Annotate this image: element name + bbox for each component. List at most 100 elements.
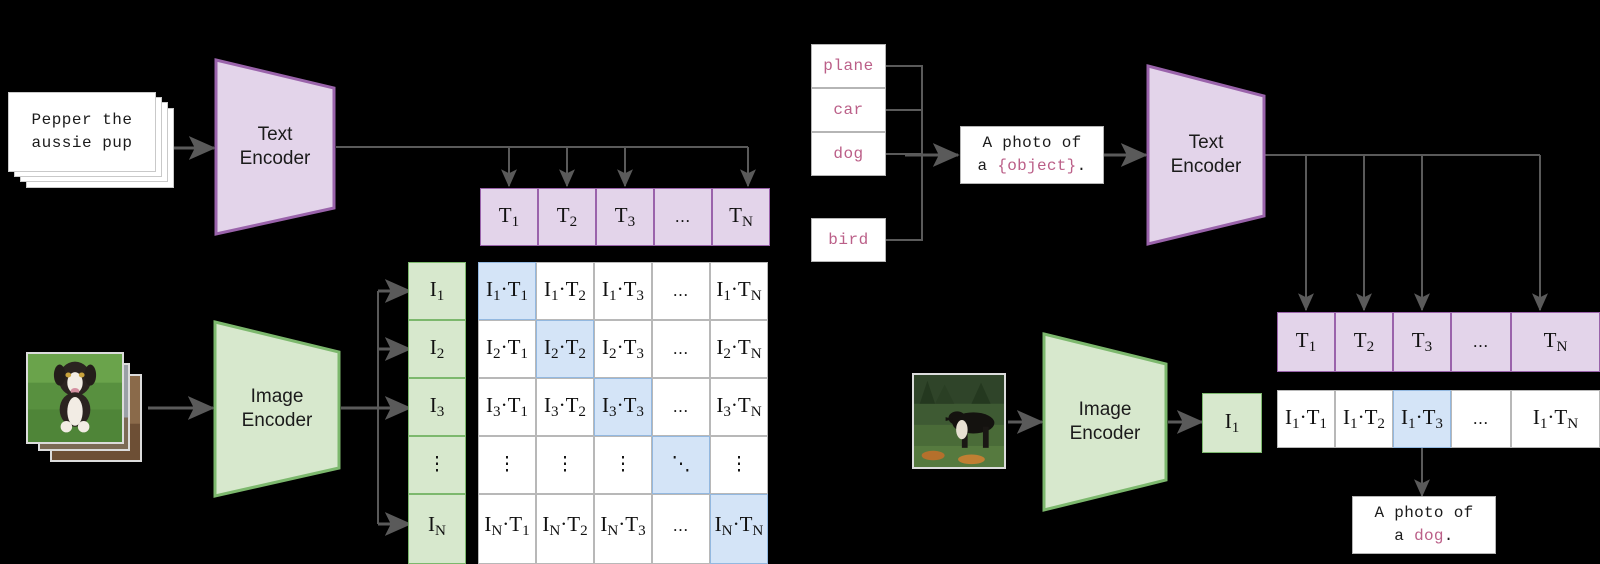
- right-text-embedding-cell-2: T3: [1393, 312, 1451, 372]
- right-text-embedding-cell-3: ...: [1451, 312, 1511, 372]
- cell-text: T1: [498, 202, 520, 231]
- cell-text: I2·T2: [544, 334, 586, 363]
- matrix-cell-r5-c1: IN·T1: [478, 494, 536, 564]
- result-line-1: A photo of: [1374, 503, 1474, 522]
- cell-text: I1·T1: [486, 276, 528, 305]
- score-cell-2: I1·T2: [1335, 390, 1393, 448]
- matrix-cell-r2-c4: ...: [652, 320, 710, 378]
- image-encoder-right[interactable]: Image Encoder: [1042, 332, 1168, 512]
- cell-text: I3·T2: [544, 392, 586, 421]
- matrix-cell-r4-c4: ⋱: [652, 436, 710, 494]
- class-label-car[interactable]: car: [811, 88, 886, 132]
- matrix-cell-r3-c1: I3·T1: [478, 378, 536, 436]
- cell-text: I1·T3: [1401, 404, 1443, 433]
- image-encoder-label: Image Encoder: [1069, 399, 1141, 444]
- matrix-cell-r3-c5: I3·TN: [710, 378, 768, 436]
- score-cell-5: I1·TN: [1511, 390, 1600, 448]
- right-text-embedding-cell-1: T2: [1335, 312, 1393, 372]
- matrix-cell-r4-c1: ⋮: [478, 436, 536, 494]
- cell-text: I1: [1224, 408, 1240, 437]
- matrix-cell-r2-c2: I2·T2: [536, 320, 594, 378]
- matrix-cell-r1-c3: I1·T3: [594, 262, 652, 320]
- prompt-line-2-end: .: [1076, 157, 1087, 175]
- cell-text: I3·T1: [486, 392, 528, 421]
- cell-text: TN: [729, 202, 753, 231]
- matrix-cell-r3-c2: I3·T2: [536, 378, 594, 436]
- text-embedding-cell-0: T1: [480, 188, 538, 246]
- class-label-plane[interactable]: plane: [811, 44, 886, 88]
- prompt-template-box: A photo of a {object}.: [960, 126, 1104, 184]
- text-encoder-label: Text Encoder: [239, 124, 311, 169]
- cell-text: ⋮: [729, 454, 749, 476]
- matrix-cell-r2-c1: I2·T1: [478, 320, 536, 378]
- cell-text: I2·T3: [602, 334, 644, 363]
- cell-text: ⋮: [555, 454, 575, 476]
- cell-text: IN: [428, 511, 446, 540]
- text-embedding-cell-1: T2: [538, 188, 596, 246]
- class-label-bird[interactable]: bird: [811, 218, 886, 262]
- cell-text: ⋮: [497, 454, 517, 476]
- prompt-line-2-prefix: a: [977, 157, 998, 175]
- matrix-cell-r1-c1: I1·T1: [478, 262, 536, 320]
- matrix-cell-r5-c4: ...: [652, 494, 710, 564]
- cell-text: I1·T1: [1285, 404, 1327, 433]
- cell-text: I3·TN: [716, 392, 762, 421]
- cell-text: ...: [1473, 409, 1489, 428]
- cell-text: ...: [673, 281, 689, 300]
- class-label-dog[interactable]: dog: [811, 132, 886, 176]
- text-input-card: Pepper the aussie pup: [8, 92, 156, 172]
- query-photo: [912, 373, 1006, 469]
- matrix-cell-r1-c2: I1·T2: [536, 262, 594, 320]
- image-embedding-cell-0: I1: [408, 262, 466, 320]
- result-line-2-prefix: a: [1394, 527, 1415, 545]
- prediction-result-box: A photo of a dog.: [1352, 496, 1496, 554]
- cell-text: T1: [1295, 327, 1317, 356]
- text-embedding-cell-2: T3: [596, 188, 654, 246]
- prompt-line-1: A photo of: [982, 133, 1082, 152]
- score-cell-1: I1·T1: [1277, 390, 1335, 448]
- matrix-cell-r5-c2: IN·T2: [536, 494, 594, 564]
- matrix-cell-r4-c5: ⋮: [710, 436, 768, 494]
- matrix-cell-r1-c4: ...: [652, 262, 710, 320]
- score-cell-4: ...: [1451, 390, 1511, 448]
- image-embedding-cell-2: I3: [408, 378, 466, 436]
- matrix-cell-r2-c3: I2·T3: [594, 320, 652, 378]
- result-class-label: dog: [1414, 527, 1444, 545]
- image-encoder-left[interactable]: Image Encoder: [213, 320, 341, 498]
- photo-thumb-1: [26, 352, 124, 444]
- matrix-cell-r5-c5: IN·TN: [710, 494, 768, 564]
- cell-text: I1·TN: [716, 276, 762, 305]
- cell-text: TN: [1543, 327, 1568, 356]
- text-encoder-left[interactable]: Text Encoder: [214, 58, 336, 236]
- cell-text: IN·T1: [484, 511, 530, 540]
- cell-text: I3·T3: [602, 392, 644, 421]
- result-line-2-end: .: [1443, 527, 1454, 545]
- cell-text: ⋱: [671, 454, 691, 476]
- cell-text: ...: [673, 339, 689, 358]
- cell-text: I1: [429, 276, 445, 305]
- cell-text: I2·TN: [716, 334, 762, 363]
- cell-text: ...: [673, 516, 689, 535]
- cell-text: ...: [1473, 332, 1489, 351]
- right-text-embedding-cell-0: T1: [1277, 312, 1335, 372]
- text-input-card-stack: Pepper the aussie pup: [8, 92, 178, 192]
- cell-text: T3: [1411, 327, 1433, 356]
- image-input-photo-stack: [26, 352, 151, 462]
- image-embedding-cell-3: ⋮: [408, 436, 466, 494]
- text-embedding-cell-4: TN: [712, 188, 770, 246]
- matrix-cell-r2-c5: I2·TN: [710, 320, 768, 378]
- text-encoder-label: Text Encoder: [1170, 132, 1242, 177]
- cell-text: ...: [675, 207, 691, 226]
- matrix-cell-r1-c5: I1·TN: [710, 262, 768, 320]
- cell-text: IN·T2: [542, 511, 588, 540]
- text-encoder-right[interactable]: Text Encoder: [1146, 64, 1266, 246]
- cell-text: I1·T2: [1343, 404, 1385, 433]
- cell-text: IN·TN: [714, 511, 764, 540]
- dog-field-photo: [914, 375, 1004, 467]
- image-encoder-label: Image Encoder: [241, 386, 313, 431]
- text-embedding-cell-3: ...: [654, 188, 712, 246]
- image-embedding-cell-4: IN: [408, 494, 466, 564]
- cell-text: I1·T3: [602, 276, 644, 305]
- matrix-cell-r3-c4: ...: [652, 378, 710, 436]
- cell-text: I1·TN: [1532, 404, 1579, 433]
